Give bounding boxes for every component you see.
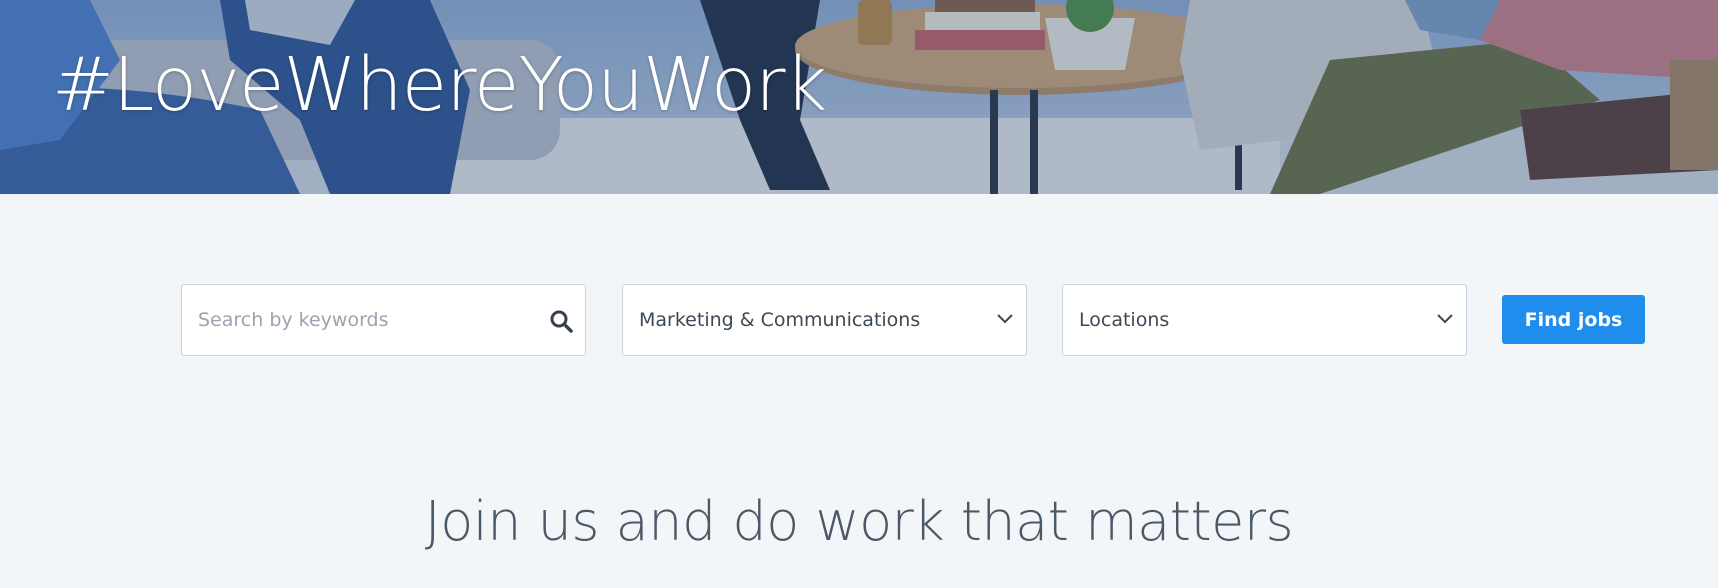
section-heading: Join us and do work that matters xyxy=(424,490,1294,553)
location-selected-value: Locations xyxy=(1079,309,1170,331)
hero-banner: #LoveWhereYouWork xyxy=(0,0,1718,194)
chevron-down-icon xyxy=(997,314,1013,324)
category-selected-value: Marketing & Communications xyxy=(639,309,921,331)
search-input[interactable] xyxy=(182,285,585,355)
search-icon[interactable] xyxy=(549,309,573,333)
find-jobs-button[interactable]: Find jobs xyxy=(1502,295,1645,344)
category-select[interactable]: Marketing & Communications xyxy=(622,284,1027,356)
keyword-search-field[interactable] xyxy=(181,284,586,356)
chevron-down-icon xyxy=(1437,314,1453,324)
hero-title: #LoveWhereYouWork xyxy=(52,42,827,128)
location-select[interactable]: Locations xyxy=(1062,284,1467,356)
